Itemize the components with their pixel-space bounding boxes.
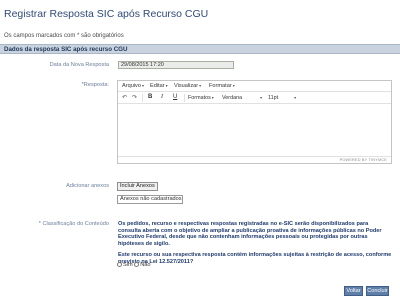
toolbar-divider	[184, 94, 185, 102]
include-attachments-button[interactable]: Incluir Anexos	[117, 182, 158, 191]
undo-icon[interactable]: ↶	[122, 94, 127, 101]
classification-paragraph: Os pedidos, recurso e respectivas respos…	[118, 221, 382, 247]
classification-label: * Classificação do Conteúdo	[38, 221, 109, 227]
section-header: Dados da resposta SIC após recurso CGU	[0, 44, 400, 54]
menu-formatar[interactable]: Formatar▾	[209, 83, 235, 89]
menu-visualizar[interactable]: Visualizar▾	[174, 83, 201, 89]
toolbar-divider	[142, 94, 143, 102]
underline-icon[interactable]: U	[173, 94, 177, 100]
powered-by-label: POWERED BY TINYMCE	[339, 158, 387, 162]
date-label: Data da Nova Resposta	[49, 62, 109, 68]
radio-no-circle[interactable]	[134, 262, 140, 267]
classification-question: Este recurso ou sua respectiva resposta …	[118, 252, 392, 265]
page-title: Registrar Resposta SIC após Recurso CGU	[4, 8, 209, 20]
radio-no[interactable]: Não	[134, 262, 150, 268]
radio-yes[interactable]: Sim	[117, 262, 133, 268]
editor-menubar: Arquivo▾ Editar▾ Visualizar▾ Formatar▾	[118, 81, 391, 92]
attachments-status: Anexos não cadastrados	[117, 195, 183, 204]
restriction-radio-group: Sim Não	[117, 262, 150, 268]
date-field[interactable]: 29/08/2015 17:20	[118, 61, 234, 69]
menu-arquivo[interactable]: Arquivo▾	[122, 83, 144, 89]
menu-editar[interactable]: Editar▾	[150, 83, 168, 89]
section-header-label: Dados da resposta SIC após recurso CGU	[4, 46, 128, 53]
response-editor: Arquivo▾ Editar▾ Visualizar▾ Formatar▾ ↶…	[117, 80, 392, 164]
conclude-button[interactable]: Concluir	[366, 286, 389, 296]
font-family-dropdown[interactable]: Verdana ▾	[222, 95, 262, 101]
font-size-dropdown[interactable]: 11pt ▾	[268, 95, 296, 101]
back-button[interactable]: Voltar	[344, 286, 363, 296]
required-fields-note: Os campos marcados com * são obrigatório…	[4, 33, 124, 39]
editor-toolbar: ↶ ↷ B I U Formatos▾ Verdana ▾ 11pt ▾	[118, 92, 391, 104]
bold-icon[interactable]: B	[148, 94, 152, 100]
response-label: *Resposta:	[81, 82, 109, 88]
italic-icon[interactable]: I	[161, 94, 163, 100]
classification-text: Os pedidos, recurso e respectivas respos…	[118, 221, 392, 270]
attachments-label: Adicionar anexos	[66, 183, 109, 189]
redo-icon[interactable]: ↷	[132, 94, 137, 101]
editor-statusbar: POWERED BY TINYMCE	[118, 156, 391, 163]
radio-yes-circle[interactable]	[117, 262, 122, 267]
formats-dropdown[interactable]: Formatos▾	[188, 95, 214, 101]
